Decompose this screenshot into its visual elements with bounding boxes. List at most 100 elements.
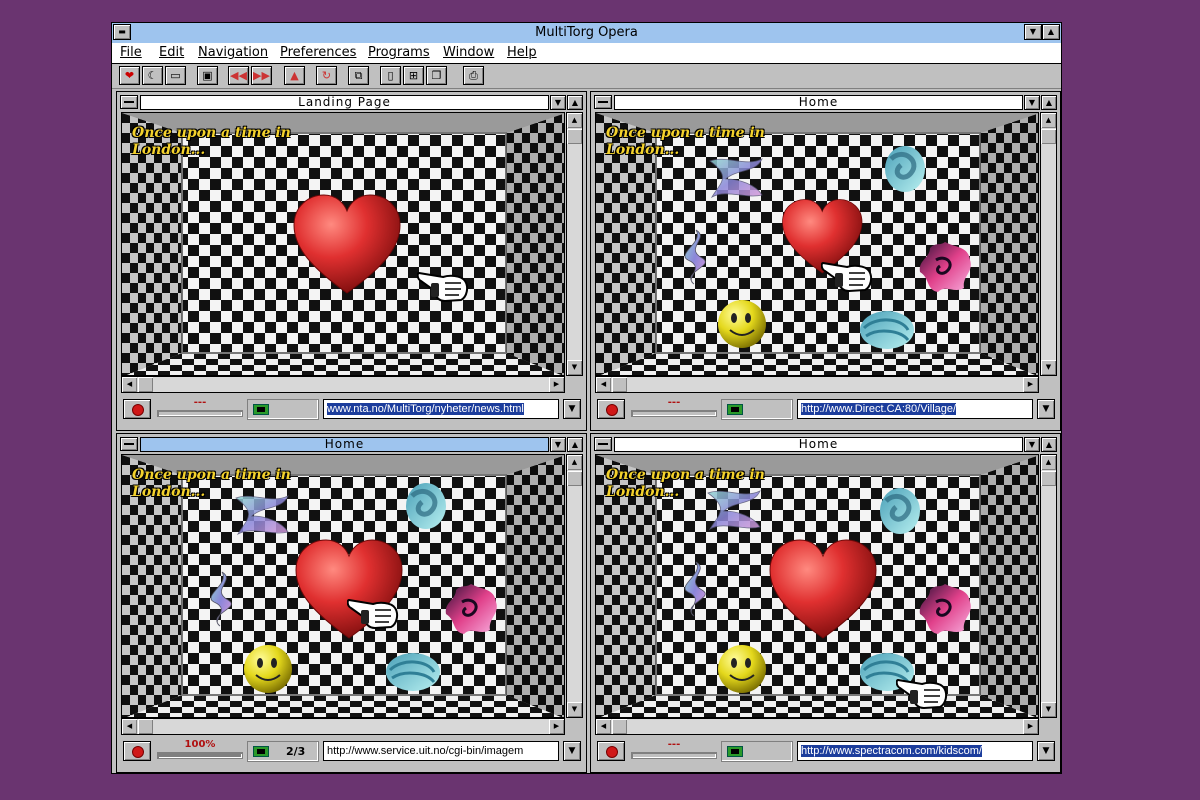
hand-sprite[interactable]	[895, 670, 948, 714]
menu-file[interactable]: File	[120, 45, 142, 60]
stop-button[interactable]	[597, 741, 625, 761]
cascade-icon[interactable]: ❐	[426, 66, 447, 85]
pane-title[interactable]: Home	[614, 437, 1023, 452]
tile-icon[interactable]: ⊞	[403, 66, 424, 85]
open-folder-icon[interactable]: ▭	[165, 66, 186, 85]
minimize-button[interactable]: ▼	[1024, 24, 1042, 40]
pane-system-menu-button[interactable]	[594, 95, 612, 109]
print-icon[interactable]: ⎙	[463, 66, 484, 85]
scroll-thumb[interactable]	[1041, 471, 1056, 486]
bloom-sprite[interactable]	[916, 238, 974, 300]
scroll-right-icon[interactable]: ▶	[1023, 719, 1038, 734]
scroll-thumb[interactable]	[138, 719, 153, 734]
stop-button[interactable]	[123, 399, 151, 419]
menu-help[interactable]: Help	[507, 45, 537, 60]
smile-sprite[interactable]	[716, 298, 768, 354]
smile-sprite[interactable]	[716, 643, 768, 699]
scroll-left-icon[interactable]: ◀	[122, 719, 137, 734]
maximize-button[interactable]: ▲	[1042, 24, 1060, 40]
ribbon-sprite[interactable]	[706, 153, 766, 205]
swirl-sprite[interactable]	[384, 650, 442, 698]
scroll-right-icon[interactable]: ▶	[549, 377, 564, 392]
scroll-up-icon[interactable]: ▲	[1041, 455, 1056, 470]
menu-window[interactable]: Window	[443, 45, 494, 60]
heart-sprite[interactable]	[768, 538, 878, 652]
bloom-sprite[interactable]	[916, 580, 974, 642]
horizontal-scrollbar[interactable]: ◀ ▶	[121, 718, 565, 735]
page-view[interactable]: Once upon a time in London...	[595, 454, 1039, 718]
swirl-sprite[interactable]	[858, 308, 916, 356]
pane-title[interactable]: Landing Page	[140, 95, 549, 110]
vertical-scrollbar[interactable]: ▲ ▼	[566, 112, 583, 376]
title-bar[interactable]: ▬ MultiTorg Opera ▼ ▲	[112, 23, 1061, 44]
new-page-icon[interactable]: ▯	[380, 66, 401, 85]
pane-maximize-button[interactable]: ▲	[1041, 437, 1057, 452]
address-field[interactable]: http://www.spectracom.com/kidscom/	[797, 741, 1033, 761]
heart-sprite[interactable]	[292, 193, 402, 307]
address-dropdown-icon[interactable]: ▼	[1037, 399, 1055, 419]
back-moon-icon[interactable]: ☾	[142, 66, 163, 85]
ribbon-sprite[interactable]	[704, 485, 764, 537]
address-field[interactable]: http://www.service.uit.no/cgi-bin/imagem	[323, 741, 559, 761]
twist-sprite[interactable]	[676, 560, 716, 622]
pane-minimize-button[interactable]: ▼	[550, 437, 566, 452]
save-icon[interactable]: ▣	[197, 66, 218, 85]
scroll-left-icon[interactable]: ◀	[122, 377, 137, 392]
pane-system-menu-button[interactable]	[594, 437, 612, 451]
page-view[interactable]: Once upon a time in London...	[121, 454, 565, 718]
vertical-scrollbar[interactable]: ▲ ▼	[1040, 454, 1057, 718]
knot-sprite[interactable]	[881, 143, 929, 199]
knot-sprite[interactable]	[876, 485, 924, 541]
copy-icon[interactable]: ⧉	[348, 66, 369, 85]
scroll-up-icon[interactable]: ▲	[1041, 113, 1056, 128]
reload-icon[interactable]: ↻	[316, 66, 337, 85]
pane-minimize-button[interactable]: ▼	[550, 95, 566, 110]
hand-sprite[interactable]	[346, 590, 399, 634]
address-dropdown-icon[interactable]: ▼	[563, 399, 581, 419]
hand-sprite[interactable]	[416, 263, 469, 307]
vertical-scrollbar[interactable]: ▲ ▼	[1040, 112, 1057, 376]
scroll-left-icon[interactable]: ◀	[596, 719, 611, 734]
scroll-thumb[interactable]	[567, 471, 582, 486]
next-icon[interactable]: ▶▶	[251, 66, 272, 85]
ribbon-sprite[interactable]	[232, 490, 292, 542]
address-dropdown-icon[interactable]: ▼	[1037, 741, 1055, 761]
knot-sprite[interactable]	[402, 480, 450, 536]
menu-navigation[interactable]: Navigation	[198, 45, 268, 60]
opera-logo-icon[interactable]: ❤	[119, 66, 140, 85]
pane-title[interactable]: Home	[614, 95, 1023, 110]
page-view[interactable]: Once upon a time in London...	[121, 112, 565, 376]
pane-minimize-button[interactable]: ▼	[1024, 95, 1040, 110]
scroll-down-icon[interactable]: ▼	[567, 360, 582, 375]
previous-icon[interactable]: ◀◀	[228, 66, 249, 85]
pane-title[interactable]: Home	[140, 437, 549, 452]
pane-maximize-button[interactable]: ▲	[567, 95, 583, 110]
home-icon[interactable]: ▲	[284, 66, 305, 85]
address-field[interactable]: http://www.Direct.CA:80/Village/	[797, 399, 1033, 419]
scroll-down-icon[interactable]: ▼	[567, 702, 582, 717]
hand-sprite[interactable]	[820, 253, 873, 297]
scroll-up-icon[interactable]: ▲	[567, 455, 582, 470]
bloom-sprite[interactable]	[442, 580, 500, 642]
vertical-scrollbar[interactable]: ▲ ▼	[566, 454, 583, 718]
pane-system-menu-button[interactable]	[120, 437, 138, 451]
horizontal-scrollbar[interactable]: ◀ ▶	[121, 376, 565, 393]
page-view[interactable]: Once upon a time in London...	[595, 112, 1039, 376]
horizontal-scrollbar[interactable]: ◀ ▶	[595, 718, 1039, 735]
scroll-thumb[interactable]	[567, 129, 582, 144]
scroll-right-icon[interactable]: ▶	[549, 719, 564, 734]
pane-maximize-button[interactable]: ▲	[567, 437, 583, 452]
scroll-down-icon[interactable]: ▼	[1041, 702, 1056, 717]
scroll-up-icon[interactable]: ▲	[567, 113, 582, 128]
scroll-thumb[interactable]	[612, 377, 627, 392]
horizontal-scrollbar[interactable]: ◀ ▶	[595, 376, 1039, 393]
stop-button[interactable]	[597, 399, 625, 419]
menu-preferences[interactable]: Preferences	[280, 45, 356, 60]
address-dropdown-icon[interactable]: ▼	[563, 741, 581, 761]
scroll-thumb[interactable]	[138, 377, 153, 392]
twist-sprite[interactable]	[676, 228, 716, 290]
menu-edit[interactable]: Edit	[159, 45, 184, 60]
menu-programs[interactable]: Programs	[368, 45, 430, 60]
pane-maximize-button[interactable]: ▲	[1041, 95, 1057, 110]
pane-system-menu-button[interactable]	[120, 95, 138, 109]
